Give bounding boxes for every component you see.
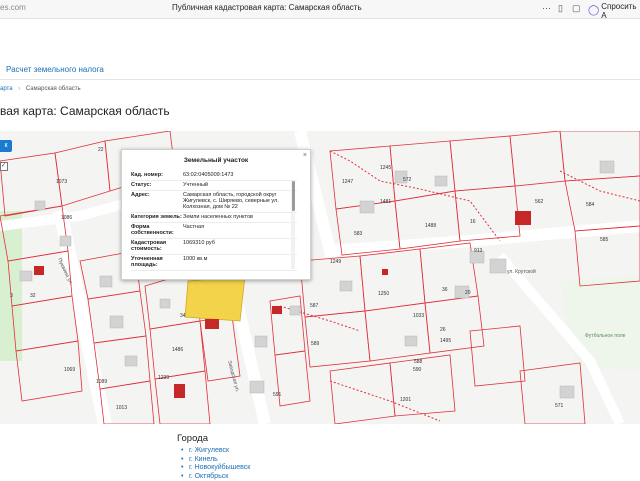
svg-text:587: 587 — [310, 303, 319, 309]
popup-row: Адрес: Самарская область, городской окру… — [131, 191, 297, 213]
city-link[interactable]: г. Новокуйбышевск — [187, 464, 250, 473]
svg-text:588: 588 — [414, 359, 423, 365]
popup-value: Частная — [183, 224, 297, 236]
svg-text:584: 584 — [586, 202, 595, 208]
popup-value: Учтенный — [183, 182, 297, 188]
popup-title: Земельный участок — [122, 157, 310, 164]
tab-title[interactable]: Публичная кадастровая карта: Самарская о… — [172, 3, 362, 12]
popup-key: Кадастровая стоимость: — [131, 240, 183, 252]
popup-rows[interactable]: Кад. номер: 63:02:0405009:1473 Статус: У… — [131, 171, 297, 275]
svg-text:32: 32 — [30, 293, 36, 299]
map-canvas[interactable]: 1073 1086 22 1247 572 1481 1488 583 1249… — [0, 131, 640, 424]
popup-value: 1000 кв.м — [183, 256, 297, 268]
cities-list: г. Жигулевск г. Кинель г. Новокуйбышевск… — [187, 447, 250, 481]
svg-text:1089: 1089 — [96, 379, 107, 385]
svg-text:3: 3 — [10, 293, 13, 299]
svg-text:583: 583 — [354, 231, 363, 237]
svg-text:ул. Крутской: ул. Крутской — [507, 268, 536, 275]
svg-text:591: 591 — [273, 392, 282, 398]
layer-button[interactable]: к — [0, 140, 12, 152]
svg-text:1013: 1013 — [116, 405, 127, 411]
svg-text:Футбольное поле: Футбольное поле — [585, 333, 626, 339]
breadcrumb: арта › Самарская область — [0, 86, 81, 92]
city-link[interactable]: г. Кинель — [187, 456, 250, 465]
city-link[interactable]: г. Жигулевск — [187, 447, 250, 456]
popup-row: Кад. номер: 63:02:0405009:1473 — [131, 171, 297, 181]
svg-text:1486: 1486 — [172, 347, 183, 353]
svg-text:20: 20 — [465, 290, 471, 296]
svg-text:1247: 1247 — [342, 179, 353, 185]
svg-text:571: 571 — [555, 403, 564, 409]
svg-text:26: 26 — [440, 327, 446, 333]
popup-row: Категория земель: Земли населенных пункт… — [131, 213, 297, 223]
popup-value: Самарская область, городской округ Жигул… — [183, 192, 297, 210]
bookmark-icon[interactable]: ▢ — [572, 3, 581, 13]
ask-ai-label: Спросить А — [601, 2, 640, 20]
svg-text:1481: 1481 — [380, 199, 391, 205]
popup-row: Уточненная площадь: 1000 кв.м — [131, 255, 297, 271]
svg-text:562: 562 — [535, 199, 544, 205]
breadcrumb-separator: › — [18, 86, 20, 92]
popup-scrollbar-thumb[interactable] — [292, 181, 295, 211]
breadcrumb-item-region: Самарская область — [26, 86, 81, 92]
url-fragment[interactable]: es.com — [0, 3, 26, 12]
svg-text:1249: 1249 — [330, 259, 341, 265]
svg-text:1495: 1495 — [440, 338, 451, 344]
nav-divider — [0, 79, 640, 80]
popup-key: Статус: — [131, 182, 183, 188]
svg-text:1201: 1201 — [400, 397, 411, 403]
popup-key: Адрес: — [131, 192, 183, 210]
popup-row: Статус: Учтенный — [131, 181, 297, 191]
svg-text:16: 16 — [470, 219, 476, 225]
ai-assistant-icon: ◯ — [588, 6, 599, 16]
svg-text:22: 22 — [98, 147, 104, 153]
popup-row: Форма собственности: Частная — [131, 223, 297, 239]
svg-text:1245: 1245 — [380, 165, 391, 171]
svg-text:1086: 1086 — [61, 215, 72, 221]
page-title: вая карта: Самарская область — [0, 104, 170, 118]
svg-text:590: 590 — [413, 367, 422, 373]
popup-key: Категория земель: — [131, 214, 183, 220]
popup-key: Уточненная площадь: — [131, 256, 183, 268]
breadcrumb-item-map[interactable]: арта — [0, 86, 13, 92]
svg-text:1073: 1073 — [56, 179, 67, 185]
popup-value: Земли населенных пунктов — [183, 214, 297, 220]
ask-ai-button[interactable]: ◯ Спросить А — [588, 2, 640, 20]
svg-text:572: 572 — [403, 177, 412, 183]
svg-text:589: 589 — [311, 341, 320, 347]
popup-key: Форма собственности: — [131, 224, 183, 236]
svg-text:913: 913 — [474, 248, 483, 254]
cities-heading: Города — [177, 433, 208, 444]
popup-value: 63:02:0405009:1473 — [183, 172, 297, 178]
svg-text:1069: 1069 — [64, 367, 75, 373]
cadastral-map[interactable]: 1073 1086 22 1247 572 1481 1488 583 1249… — [0, 131, 640, 424]
svg-text:1033: 1033 — [413, 313, 424, 319]
menu-icon[interactable]: ⋯ — [542, 3, 551, 13]
svg-text:1239: 1239 — [158, 375, 169, 381]
browser-top-bar: es.com Публичная кадастровая карта: Сама… — [0, 0, 640, 19]
svg-text:34: 34 — [180, 313, 186, 319]
popup-key: Кад. номер: — [131, 172, 183, 178]
reader-view-icon[interactable]: ▯ — [558, 3, 563, 13]
svg-text:36: 36 — [442, 287, 448, 293]
selected-parcel[interactable] — [185, 276, 245, 321]
popup-row: Кадастровая стоимость: 1069310 руб — [131, 239, 297, 255]
popup-value: 1069310 руб — [183, 240, 297, 252]
svg-text:585: 585 — [600, 237, 609, 243]
tax-calc-link[interactable]: Расчет земельного налога — [6, 65, 104, 74]
svg-text:1488: 1488 — [425, 223, 436, 229]
svg-text:1250: 1250 — [378, 291, 389, 297]
parcel-info-popup: × Земельный участок Кад. номер: 63:02:04… — [121, 149, 311, 280]
layer-checkbox[interactable]: ✓ — [0, 162, 8, 171]
